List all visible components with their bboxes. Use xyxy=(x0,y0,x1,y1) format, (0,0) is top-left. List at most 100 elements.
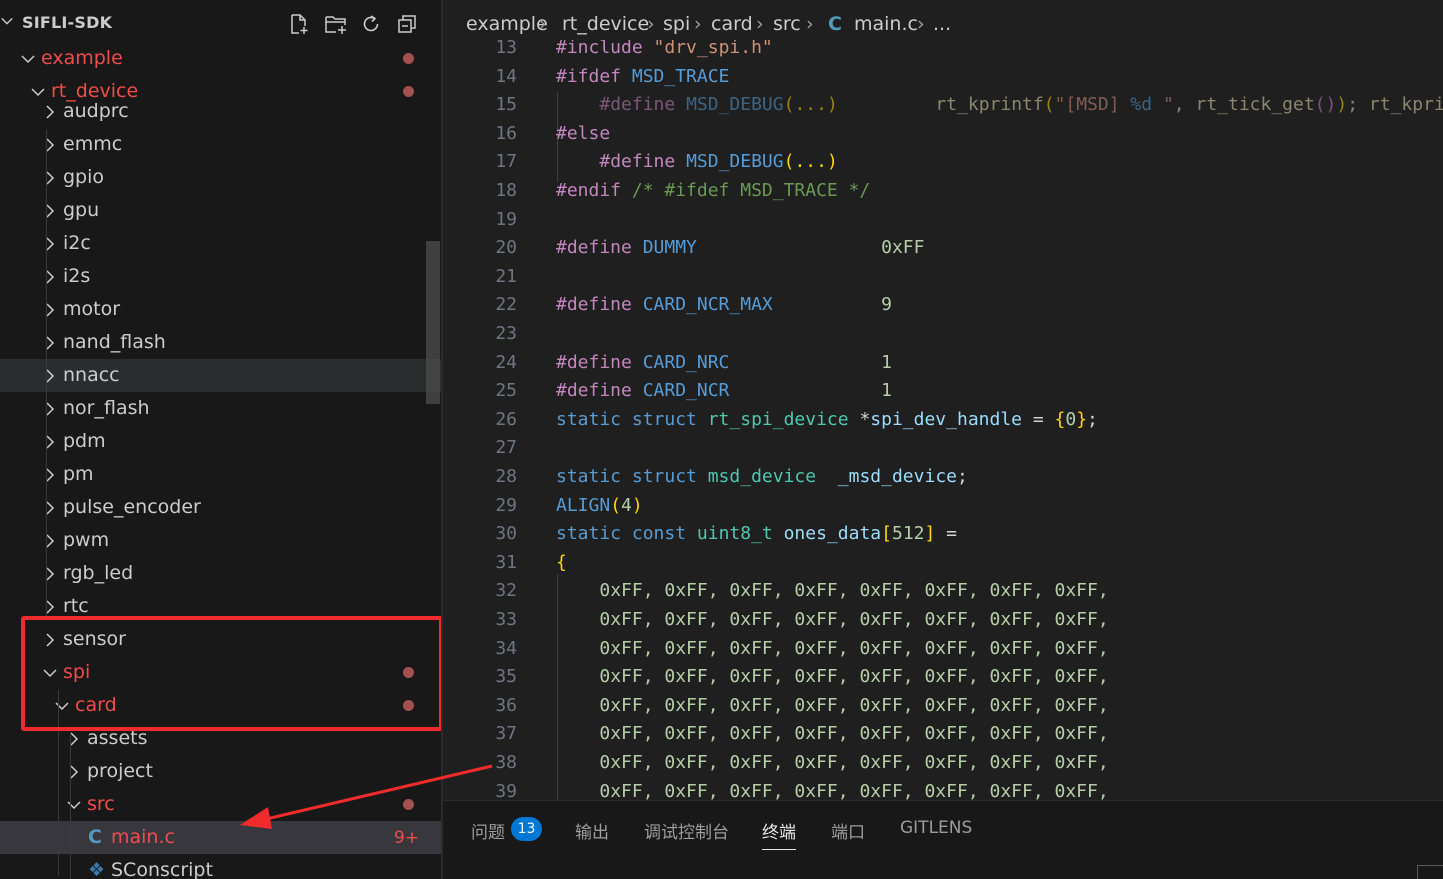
tree-item-project[interactable]: project xyxy=(0,755,441,788)
breadcrumb-item-card[interactable]: card xyxy=(711,13,753,35)
tree-item-gpu[interactable]: gpu xyxy=(0,194,441,227)
chevron-right-icon[interactable] xyxy=(42,104,58,120)
tree-item-audprc[interactable]: audprc xyxy=(0,95,441,128)
chevron-right-icon[interactable] xyxy=(42,401,58,417)
tab-ports[interactable]: 端口 xyxy=(831,818,865,843)
collapse-all-icon[interactable] xyxy=(395,12,419,36)
chevron-right-icon[interactable] xyxy=(42,236,58,252)
line-number: 32 xyxy=(495,580,517,602)
tab-output[interactable]: 输出 xyxy=(575,818,609,843)
tree-item-label: nor_flash xyxy=(63,397,150,419)
chevron-down-icon[interactable] xyxy=(54,698,70,714)
chevron-right-icon[interactable] xyxy=(42,203,58,219)
chevron-right-icon[interactable] xyxy=(42,137,58,153)
code-text[interactable]: 0xFF, 0xFF, 0xFF, 0xFF, 0xFF, 0xFF, 0xFF… xyxy=(556,609,1108,630)
code-text[interactable]: static const uint8_t ones_data[512] = xyxy=(556,523,957,544)
tree-item-example[interactable]: example xyxy=(0,42,441,75)
code-editor[interactable]: 13 #include "drv_spi.h" 14 #ifdef MSD_TRACE… xyxy=(443,40,1443,800)
code-text[interactable]: static struct msd_device _msd_device; xyxy=(556,466,968,487)
code-text[interactable]: #define MSD_DEBUG(...) rt_kprintf("[MSD]… xyxy=(556,94,1443,115)
chevron-right-icon[interactable] xyxy=(42,269,58,285)
code-text[interactable]: static struct rt_spi_device *spi_dev_han… xyxy=(556,409,1098,430)
tab-problems[interactable]: 问题 xyxy=(471,818,505,843)
tree-item-sensor[interactable]: sensor xyxy=(0,623,441,656)
chevron-down-icon[interactable] xyxy=(20,51,36,67)
chevron-right-icon[interactable] xyxy=(42,632,58,648)
breadcrumb-item-spi[interactable]: spi xyxy=(663,13,690,35)
chevron-right-icon[interactable] xyxy=(42,368,58,384)
tree-item-i2s[interactable]: i2s xyxy=(0,260,441,293)
code-text[interactable]: #else xyxy=(556,123,610,144)
tree-item-src[interactable]: src xyxy=(0,788,441,821)
tree-item-emmc[interactable]: emmc xyxy=(0,128,441,161)
code-text[interactable]: #define CARD_NRC 1 xyxy=(556,352,892,373)
tree-item-card[interactable]: card xyxy=(0,689,441,722)
breadcrumb-item-src[interactable]: src xyxy=(773,13,801,35)
chevron-right-icon[interactable] xyxy=(42,566,58,582)
tree-item-main-c[interactable]: Cmain.c 9+ xyxy=(0,821,441,854)
modified-dot-icon xyxy=(403,799,414,810)
code-text[interactable]: 0xFF, 0xFF, 0xFF, 0xFF, 0xFF, 0xFF, 0xFF… xyxy=(556,666,1108,687)
refresh-icon[interactable] xyxy=(359,12,383,36)
new-folder-icon[interactable] xyxy=(324,12,348,36)
code-text[interactable]: ALIGN(4) xyxy=(556,495,643,516)
chevron-right-icon[interactable] xyxy=(42,599,58,615)
tree-item-rgb-led[interactable]: rgb_led xyxy=(0,557,441,590)
breadcrumb: example › rt_device › spi › card › src ›… xyxy=(443,0,1443,40)
tree-item-nnacc[interactable]: nnacc xyxy=(0,359,441,392)
tree-item-nand-flash[interactable]: nand_flash xyxy=(0,326,441,359)
tree-item-pdm[interactable]: pdm xyxy=(0,425,441,458)
code-text[interactable]: 0xFF, 0xFF, 0xFF, 0xFF, 0xFF, 0xFF, 0xFF… xyxy=(556,781,1108,800)
code-text[interactable]: #define CARD_NCR 1 xyxy=(556,380,892,401)
line-number: 22 xyxy=(495,294,517,316)
chevron-right-icon[interactable] xyxy=(42,302,58,318)
explorer-header[interactable]: SIFLI-SDK xyxy=(0,0,441,42)
chevron-right-icon[interactable] xyxy=(66,764,82,780)
chevron-right-icon[interactable] xyxy=(42,170,58,186)
chevron-right-icon[interactable] xyxy=(42,500,58,516)
tree-item-pwm[interactable]: pwm xyxy=(0,524,441,557)
explorer-sidebar: SIFLI-SDK example rt_device audprc emmc gpio… xyxy=(0,0,441,879)
code-text[interactable]: 0xFF, 0xFF, 0xFF, 0xFF, 0xFF, 0xFF, 0xFF… xyxy=(556,695,1108,716)
tree-item-motor[interactable]: motor xyxy=(0,293,441,326)
tree-item-sconscript[interactable]: ❖ SConscript xyxy=(0,854,441,879)
code-text[interactable]: 0xFF, 0xFF, 0xFF, 0xFF, 0xFF, 0xFF, 0xFF… xyxy=(556,752,1108,773)
code-text[interactable]: #endif /* #ifdef MSD_TRACE */ xyxy=(556,180,870,201)
tree-item-assets[interactable]: assets xyxy=(0,722,441,755)
code-text[interactable]: { xyxy=(556,552,567,573)
line-number: 25 xyxy=(495,380,517,402)
tab-gitlens[interactable]: GITLENS xyxy=(900,818,972,838)
code-text[interactable]: 0xFF, 0xFF, 0xFF, 0xFF, 0xFF, 0xFF, 0xFF… xyxy=(556,638,1108,659)
tree-item-spi[interactable]: spi xyxy=(0,656,441,689)
code-text[interactable]: #define DUMMY 0xFF xyxy=(556,237,924,258)
chevron-right-icon[interactable] xyxy=(66,731,82,747)
chevron-right-icon[interactable] xyxy=(42,533,58,549)
code-line: 34 0xFF, 0xFF, 0xFF, 0xFF, 0xFF, 0xFF, 0… xyxy=(443,635,1443,663)
chevron-right-icon[interactable] xyxy=(42,467,58,483)
tree-item-gpio[interactable]: gpio xyxy=(0,161,441,194)
chevron-down-icon[interactable] xyxy=(66,797,82,813)
code-text[interactable]: 0xFF, 0xFF, 0xFF, 0xFF, 0xFF, 0xFF, 0xFF… xyxy=(556,723,1108,744)
code-text[interactable]: #define CARD_NCR_MAX 9 xyxy=(556,294,892,315)
chevron-down-icon[interactable] xyxy=(42,665,58,681)
breadcrumb-item-example[interactable]: example xyxy=(466,13,548,35)
chevron-right-icon[interactable] xyxy=(42,434,58,450)
panel-resize-corner[interactable] xyxy=(1417,865,1443,879)
new-file-icon[interactable] xyxy=(287,12,311,36)
chevron-right-icon[interactable] xyxy=(42,335,58,351)
sidebar-scrollbar[interactable] xyxy=(426,241,440,404)
code-text[interactable]: #include "drv_spi.h" xyxy=(556,40,773,58)
breadcrumb-item-rt-device[interactable]: rt_device xyxy=(562,13,649,35)
tree-item-i2c[interactable]: i2c xyxy=(0,227,441,260)
tab-terminal[interactable]: 终端 xyxy=(762,818,796,850)
code-text[interactable]: #define MSD_DEBUG(...) xyxy=(556,151,837,172)
tab-debug-console[interactable]: 调试控制台 xyxy=(644,818,729,843)
breadcrumb-item-symbol[interactable]: ... xyxy=(933,13,951,35)
code-text[interactable]: #ifdef MSD_TRACE xyxy=(556,66,729,87)
tree-item-pm[interactable]: pm xyxy=(0,458,441,491)
breadcrumb-item-main-c[interactable]: main.c xyxy=(854,13,918,35)
tree-item-pulse-encoder[interactable]: pulse_encoder xyxy=(0,491,441,524)
tree-item-rtc[interactable]: rtc xyxy=(0,590,441,623)
tree-item-nor-flash[interactable]: nor_flash xyxy=(0,392,441,425)
code-text[interactable]: 0xFF, 0xFF, 0xFF, 0xFF, 0xFF, 0xFF, 0xFF… xyxy=(556,580,1108,601)
